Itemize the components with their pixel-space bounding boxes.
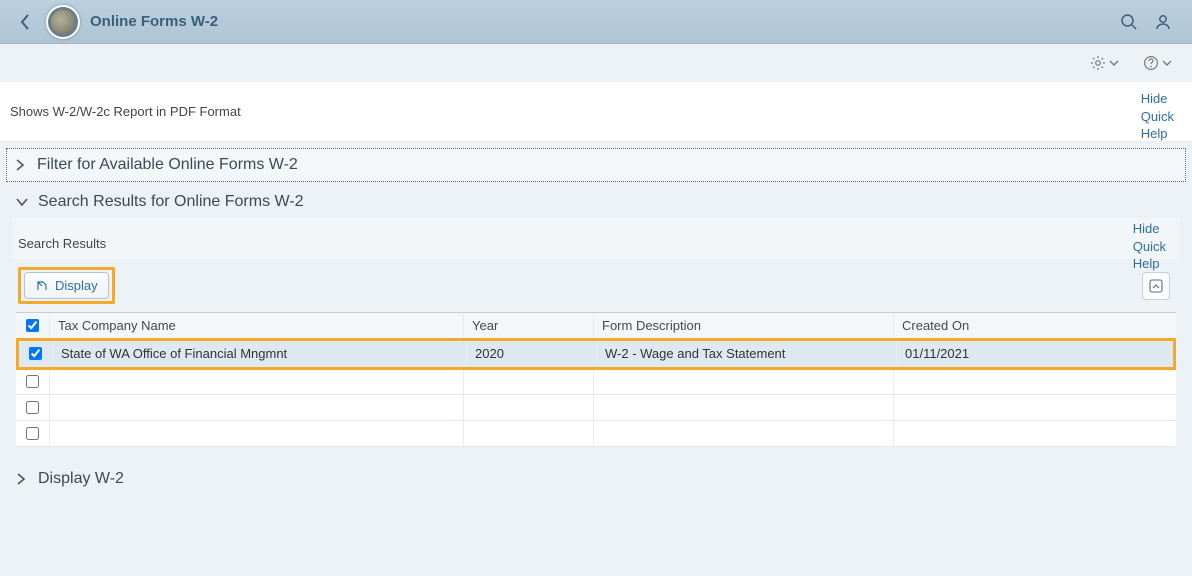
cell-company: [50, 395, 464, 420]
cell-year: [464, 369, 594, 394]
search-button[interactable]: [1112, 5, 1146, 39]
chevron-left-icon: [20, 14, 30, 30]
table-row[interactable]: State of WA Office of Financial Mngmnt 2…: [19, 341, 1173, 367]
search-icon: [1120, 13, 1138, 31]
cell-desc: W-2 - Wage and Tax Statement: [597, 341, 897, 366]
help-menu[interactable]: [1143, 55, 1172, 71]
settings-table-button[interactable]: [1142, 272, 1170, 300]
filter-panel-title: Filter for Available Online Forms W-2: [37, 156, 298, 174]
chevron-down-icon: [1162, 58, 1172, 68]
table-row[interactable]: [16, 421, 1176, 447]
chevron-right-icon: [16, 473, 30, 485]
cell-year: [464, 421, 594, 446]
table-settings-icon: [1148, 278, 1164, 294]
display-w2-title: Display W-2: [38, 470, 124, 488]
display-icon: [35, 279, 49, 293]
cell-created: [894, 369, 1176, 394]
row-checkbox[interactable]: [26, 427, 39, 440]
cell-created: [894, 421, 1176, 446]
app-logo: [46, 5, 80, 39]
settings-menu[interactable]: [1090, 55, 1119, 71]
page-title: Online Forms W-2: [90, 13, 1112, 30]
results-toolbar: Display: [12, 259, 1180, 312]
cell-company: [50, 369, 464, 394]
results-panel-title: Search Results for Online Forms W-2: [38, 193, 304, 211]
cell-company: [50, 421, 464, 446]
chevron-right-icon: [15, 159, 29, 171]
display-w2-panel: Display W-2: [6, 463, 1186, 495]
table-header-row: Tax Company Name Year Form Description C…: [16, 313, 1176, 339]
table-row[interactable]: [16, 395, 1176, 421]
table-row[interactable]: [16, 369, 1176, 395]
results-table: Tax Company Name Year Form Description C…: [16, 312, 1176, 447]
select-all-checkbox[interactable]: [26, 319, 39, 332]
cell-desc: [594, 395, 894, 420]
row-checkbox[interactable]: [29, 347, 42, 360]
cell-created: [894, 395, 1176, 420]
display-button-label: Display: [55, 278, 98, 293]
cell-year: 2020: [467, 341, 597, 366]
app-header: Online Forms W-2: [0, 0, 1192, 44]
results-panel-toggle[interactable]: Search Results for Online Forms W-2: [6, 186, 1186, 218]
chevron-down-icon: [1109, 58, 1119, 68]
display-highlight: Display: [18, 267, 115, 304]
hide-quick-help-link[interactable]: Hide Quick Help: [1141, 90, 1174, 143]
select-all-cell[interactable]: [16, 313, 50, 338]
filter-panel: Filter for Available Online Forms W-2: [6, 148, 1186, 182]
gear-icon: [1090, 55, 1106, 71]
cell-created: 01/11/2021: [897, 341, 1173, 366]
selected-row-highlight: State of WA Office of Financial Mngmnt 2…: [16, 338, 1176, 370]
display-button[interactable]: Display: [24, 272, 109, 299]
cell-desc: [594, 421, 894, 446]
col-company[interactable]: Tax Company Name: [50, 313, 464, 338]
back-button[interactable]: [8, 5, 42, 39]
info-strip: Shows W-2/W-2c Report in PDF Format Hide…: [0, 82, 1192, 142]
cell-desc: [594, 369, 894, 394]
results-header: Search Results Hide Quick Help: [12, 218, 1180, 259]
filter-panel-toggle[interactable]: Filter for Available Online Forms W-2: [7, 149, 1185, 181]
action-bar: [0, 44, 1192, 82]
user-button[interactable]: [1146, 5, 1180, 39]
col-desc[interactable]: Form Description: [594, 313, 894, 338]
results-panel: Search Results for Online Forms W-2 Sear…: [6, 186, 1186, 459]
chevron-down-icon: [16, 197, 30, 207]
user-icon: [1154, 13, 1172, 31]
col-year[interactable]: Year: [464, 313, 594, 338]
hide-quick-help-link-results[interactable]: Hide Quick Help: [1133, 220, 1166, 273]
row-checkbox[interactable]: [26, 375, 39, 388]
page-subtitle: Shows W-2/W-2c Report in PDF Format: [10, 104, 1182, 119]
search-results-label: Search Results: [18, 236, 106, 251]
cell-year: [464, 395, 594, 420]
help-icon: [1143, 55, 1159, 71]
display-w2-toggle[interactable]: Display W-2: [6, 463, 1186, 495]
col-created[interactable]: Created On: [894, 313, 1176, 338]
cell-company: State of WA Office of Financial Mngmnt: [53, 341, 467, 366]
row-checkbox[interactable]: [26, 401, 39, 414]
